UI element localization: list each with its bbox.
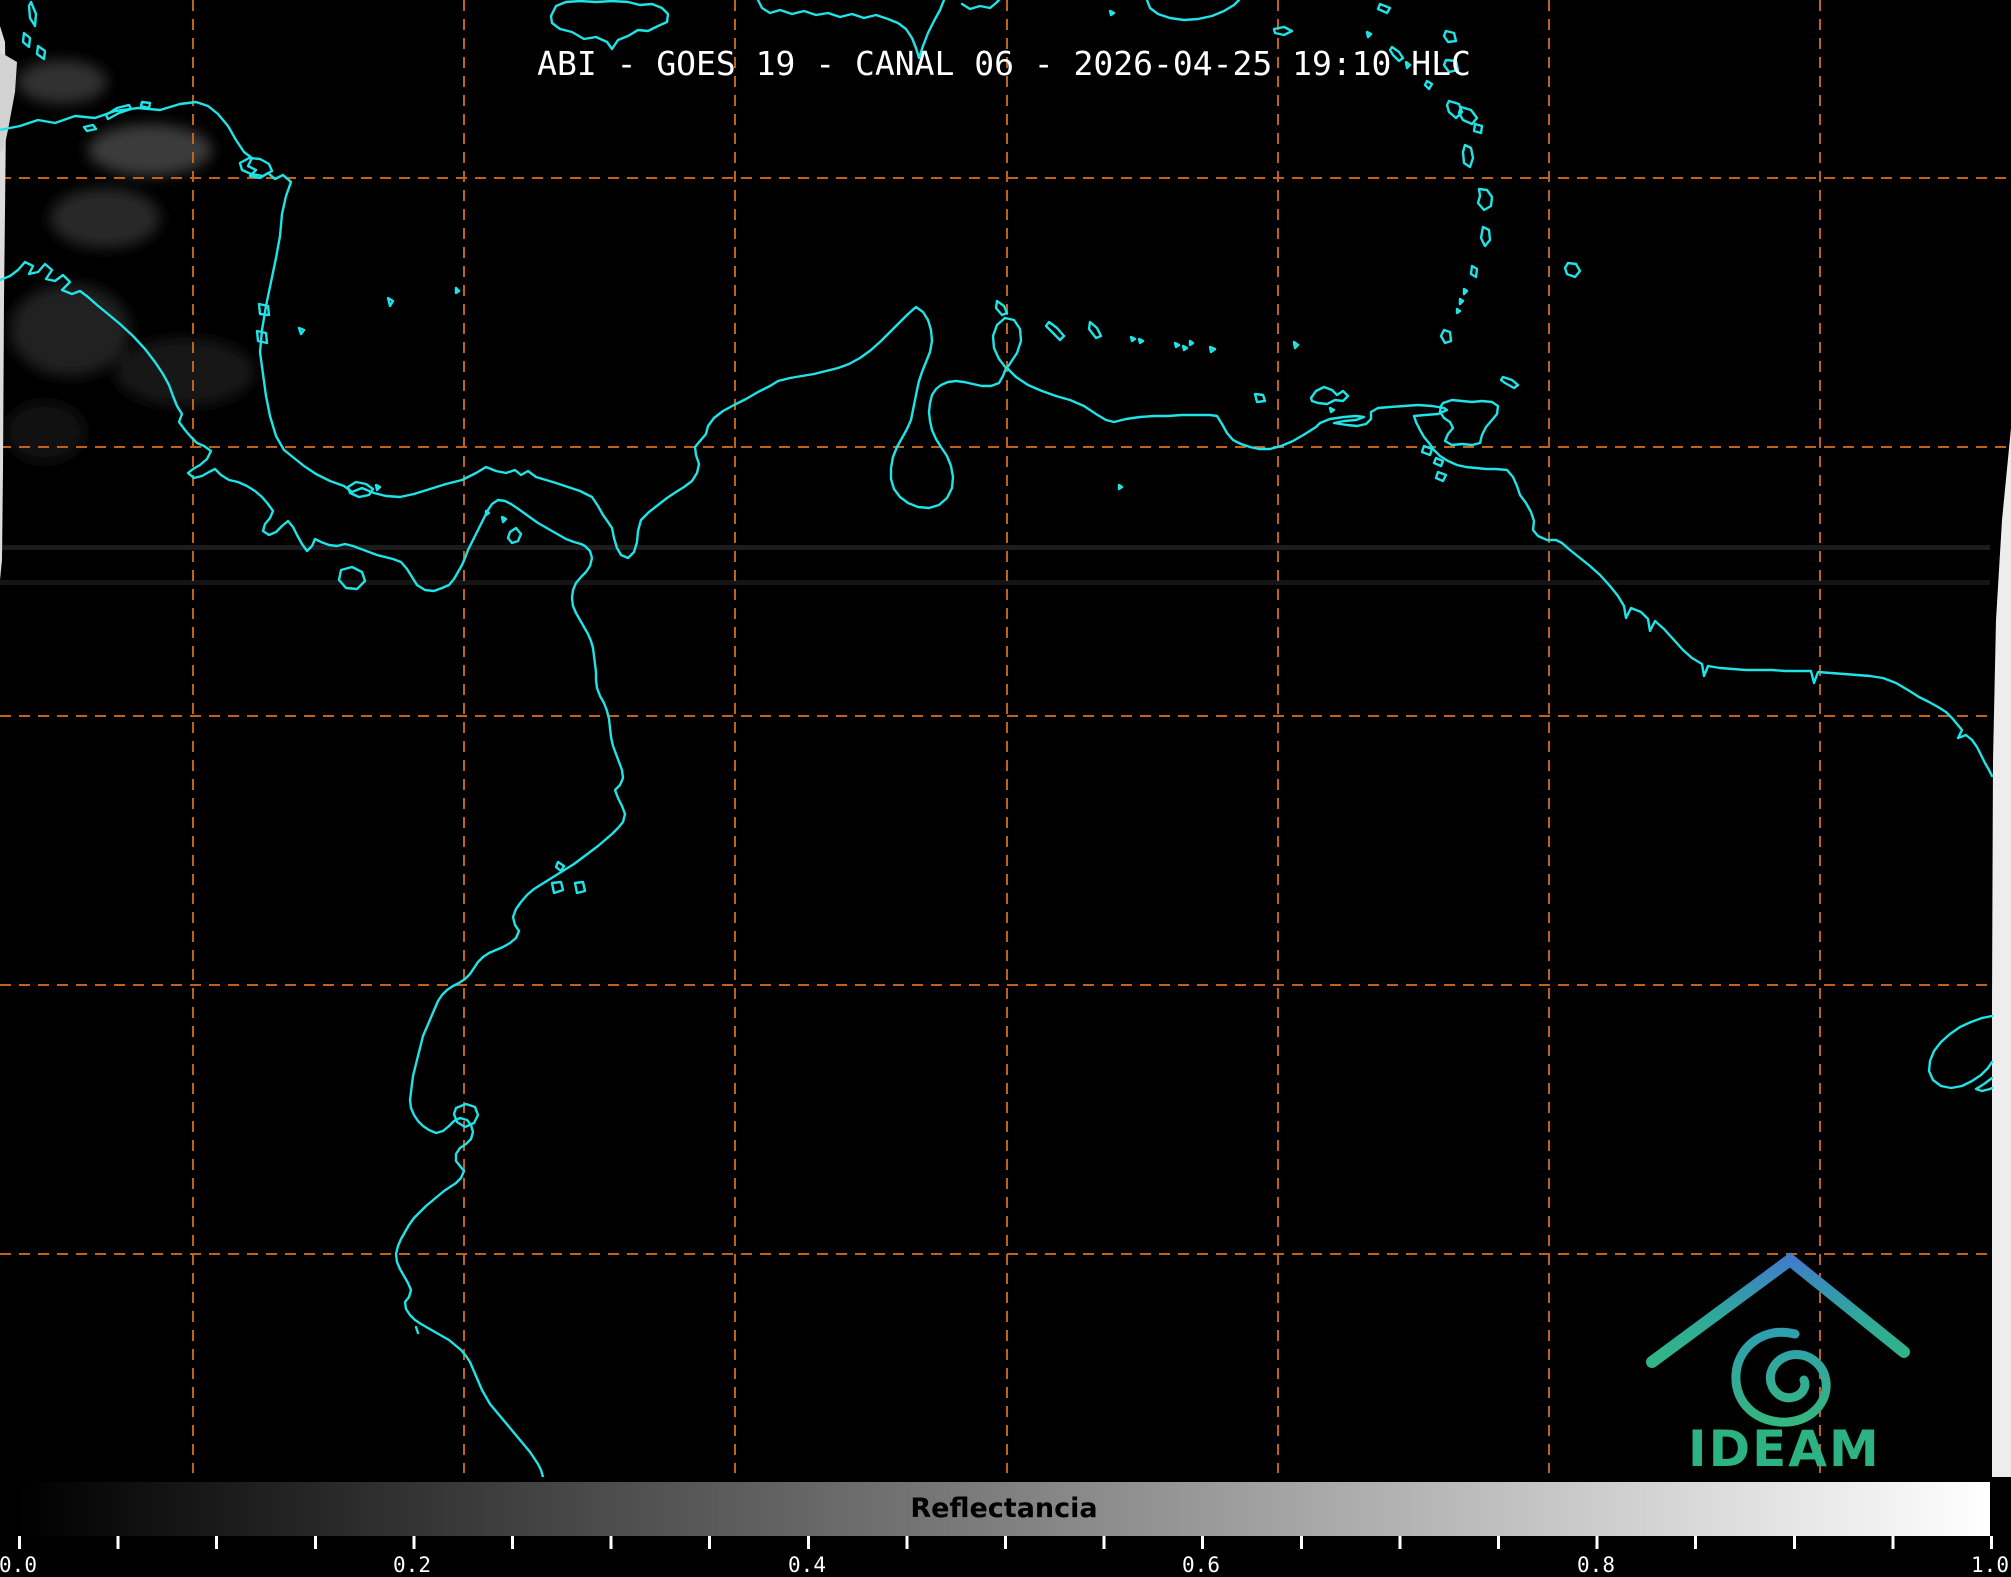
coast-jamaica: [549, 0, 670, 51]
noise-streaks: [0, 545, 1990, 585]
colorbar-tick-label: 0.4: [788, 1553, 826, 1577]
ideam-wordmark: IDEAM: [1688, 1420, 1881, 1477]
satellite-map: IDEAM ABI - GOES 19 - CANAL 06 - 2026-04…: [0, 0, 2011, 1477]
colorbar-tick-label: 0.0: [0, 1553, 37, 1577]
coast-caribbean-mainland: [0, 100, 1994, 778]
colorbar-tick-label: 1.0: [1971, 1553, 2009, 1577]
scan-edge-right: [1992, 428, 2011, 1477]
coast-venezuelan-islands: [994, 299, 1300, 491]
scan-edge-left: [0, 26, 17, 580]
satellite-image-canvas: IDEAM: [0, 0, 2011, 1477]
coastline-layer: [0, 0, 1994, 1477]
colorbar-ticks: [18, 1536, 1993, 1549]
image-title: ABI - GOES 19 - CANAL 06 - 2026-04-25 19…: [537, 44, 1471, 83]
ideam-mountain-icon: [1646, 1252, 1910, 1368]
coast-amazon-river: [1927, 1014, 1994, 1093]
graticule-grid: [0, 0, 2011, 1473]
colorbar: Reflectancia 0.0 0.2 0.4 0.6 0.8 1.0: [0, 1477, 2011, 1577]
colorbar-tick-label: 0.6: [1182, 1553, 1220, 1577]
colorbar-title: Reflectancia: [910, 1493, 1098, 1524]
ideam-logo: IDEAM: [1646, 1252, 1910, 1477]
colorbar-tick-label: 0.2: [393, 1553, 431, 1577]
ideam-hurricane-spiral-icon: [1731, 1327, 1831, 1427]
colorbar-tick-label: 0.8: [1577, 1553, 1615, 1577]
coast-puerto-rico: [1108, 0, 1294, 37]
coast-pacific-mainland: [0, 260, 627, 1477]
